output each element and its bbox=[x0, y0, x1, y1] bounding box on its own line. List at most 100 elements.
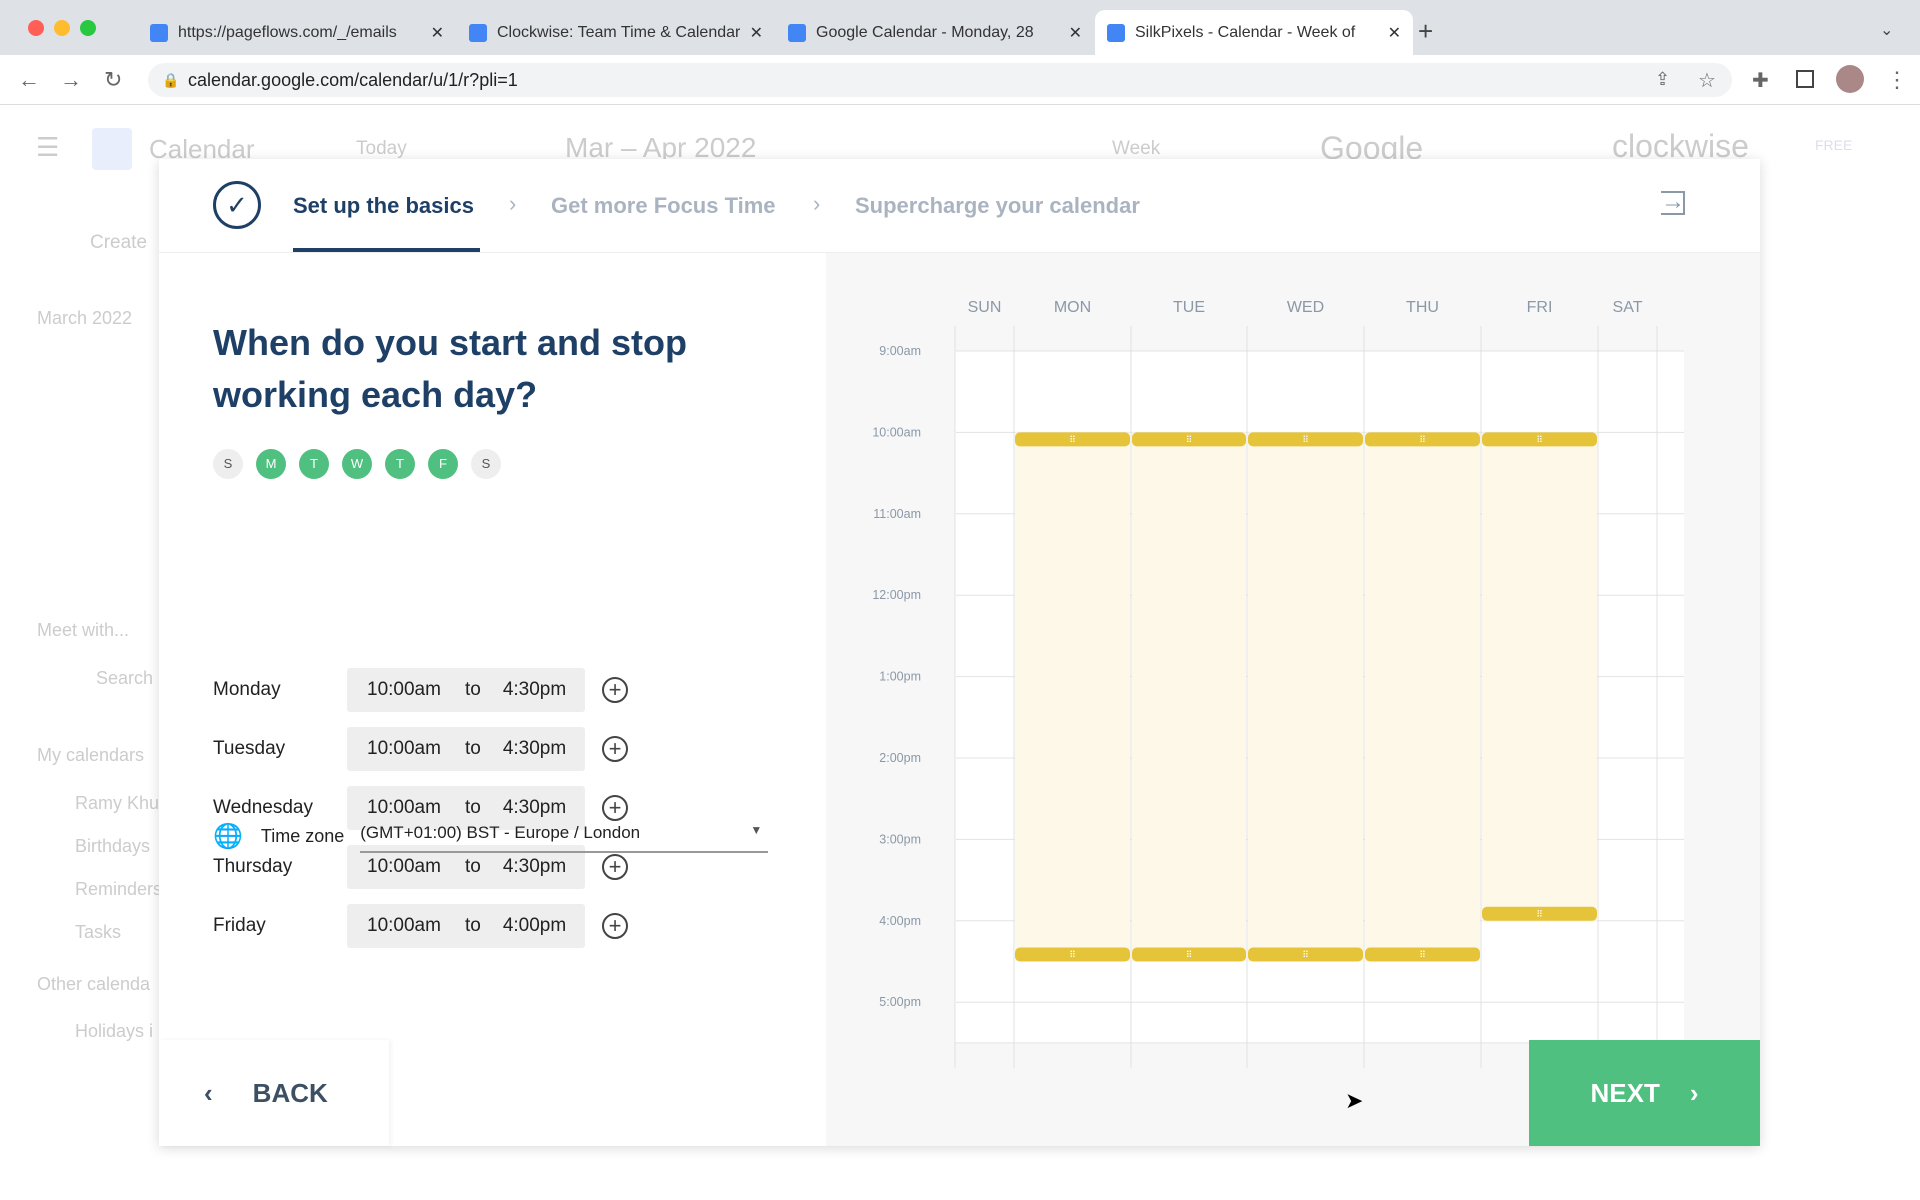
active-step-underline bbox=[293, 248, 480, 252]
time-label: 1:00pm bbox=[879, 670, 921, 684]
day-header: FRI bbox=[1527, 299, 1553, 316]
chevron-right-icon: › bbox=[1689, 1077, 1699, 1108]
close-tab-icon[interactable]: ✕ bbox=[1069, 23, 1082, 43]
browser-tab[interactable]: SilkPixels - Calendar - Week of ✕ bbox=[1095, 10, 1413, 55]
close-tab-icon[interactable]: ✕ bbox=[1388, 23, 1401, 43]
close-tab-icon[interactable]: ✕ bbox=[431, 23, 444, 43]
add-time-range-icon[interactable]: + bbox=[602, 854, 628, 880]
time-label: 4:00pm bbox=[879, 914, 921, 928]
bookmark-star-icon[interactable]: ☆ bbox=[1698, 68, 1716, 93]
start-time-select[interactable]: 10:00am bbox=[367, 679, 441, 701]
day-header: MON bbox=[1054, 299, 1091, 316]
view-select: Week bbox=[1112, 138, 1161, 159]
day-label: Monday bbox=[213, 679, 281, 700]
to-label: to bbox=[464, 797, 481, 818]
globe-icon bbox=[150, 23, 168, 42]
new-tab-button[interactable]: + bbox=[1418, 16, 1433, 47]
other-calendars: Other calenda bbox=[37, 974, 151, 994]
week-preview-grid: 9:00am 10:00am 11:00am 12:00pm 1:00pm 2:00pm 3… bbox=[872, 299, 1684, 1068]
time-label: 10:00am bbox=[872, 425, 921, 439]
chevron-right-icon: › bbox=[509, 191, 517, 216]
share-icon[interactable]: ⇪ bbox=[1655, 69, 1670, 90]
working-hours-block bbox=[1482, 432, 1597, 921]
minimize-window-button[interactable] bbox=[54, 20, 70, 36]
timezone-value: (GMT+01:00) BST - Europe / London bbox=[360, 823, 641, 842]
step-supercharge[interactable]: Supercharge your calendar bbox=[855, 193, 1140, 219]
side-panel-icon[interactable] bbox=[1796, 70, 1814, 88]
next-button[interactable]: NEXT › bbox=[1529, 1040, 1760, 1146]
start-time-select[interactable]: 10:00am bbox=[367, 856, 441, 878]
people-search: Search bbox=[96, 668, 154, 688]
tab-title: Google Calendar - Monday, 28 bbox=[816, 23, 1034, 41]
day-label: Thursday bbox=[213, 856, 293, 877]
avatar[interactable] bbox=[1836, 65, 1864, 93]
my-calendars: My calendars bbox=[37, 745, 145, 765]
today-button: Today bbox=[356, 138, 407, 159]
url-input[interactable]: 🔒 calendar.google.com/calendar/u/1/r?pli=… bbox=[148, 63, 1732, 97]
end-time-select[interactable]: 4:30pm bbox=[503, 797, 566, 819]
timezone-label: Time zone bbox=[260, 825, 345, 846]
start-time-select[interactable]: 10:00am bbox=[367, 915, 441, 937]
next-label: NEXT bbox=[1590, 1077, 1660, 1108]
tab-title: SilkPixels - Calendar - Week of bbox=[1135, 23, 1356, 41]
weekday-toggle[interactable]: T bbox=[299, 449, 329, 479]
onboarding-modal: ✓ Set up the basics › Get more Focus Tim… bbox=[159, 159, 1760, 1146]
working-hours-block bbox=[1015, 432, 1130, 962]
end-time-select[interactable]: 4:30pm bbox=[503, 856, 566, 878]
timezone-select[interactable]: (GMT+01:00) BST - Europe / London ▼ bbox=[360, 819, 769, 853]
menu-dots-icon[interactable]: ⋮ bbox=[1886, 67, 1908, 93]
tab-list-chevron-icon[interactable]: ⌄ bbox=[1880, 20, 1893, 40]
browser-tab[interactable]: Clockwise: Team Time & Calendar ✕ bbox=[457, 10, 775, 55]
tab-title: Clockwise: Team Time & Calendar bbox=[497, 23, 740, 41]
time-label: 5:00pm bbox=[879, 995, 921, 1009]
add-time-range-icon[interactable]: + bbox=[602, 677, 628, 703]
grip-icon: ⠿ bbox=[1186, 434, 1193, 444]
end-time-select[interactable]: 4:00pm bbox=[503, 915, 566, 937]
day-header: SAT bbox=[1613, 299, 1643, 316]
day-header: WED bbox=[1287, 299, 1324, 316]
reload-icon[interactable]: ↻ bbox=[104, 67, 122, 93]
working-hours-row: Tuesday 10:00am to 4:30pm + bbox=[213, 727, 628, 771]
close-tab-icon[interactable]: ✕ bbox=[750, 23, 763, 43]
to-label: to bbox=[464, 679, 481, 700]
calendar-list-item: Birthdays bbox=[75, 836, 151, 856]
weekday-toggle[interactable]: S bbox=[213, 449, 243, 479]
add-time-range-icon[interactable]: + bbox=[602, 736, 628, 762]
add-time-range-icon[interactable]: + bbox=[602, 795, 628, 821]
weekday-toggle[interactable]: T bbox=[385, 449, 415, 479]
browser-tab[interactable]: Google Calendar - Monday, 28 ✕ bbox=[776, 10, 1094, 55]
end-time-select[interactable]: 4:30pm bbox=[503, 738, 566, 760]
grip-icon: ⠿ bbox=[1536, 434, 1543, 444]
weekday-toggle[interactable]: M bbox=[256, 449, 286, 479]
grip-icon: ⠿ bbox=[1419, 950, 1426, 960]
back-button[interactable]: ‹ BACK bbox=[159, 1040, 389, 1146]
start-time-select[interactable]: 10:00am bbox=[367, 797, 441, 819]
mini-month: March 2022 bbox=[37, 308, 133, 328]
back-arrow-icon[interactable]: ← bbox=[18, 67, 40, 93]
free-badge: FREE bbox=[1815, 137, 1853, 153]
end-time-select[interactable]: 4:30pm bbox=[503, 679, 566, 701]
google-calendar-icon bbox=[1107, 23, 1125, 42]
browser-tab[interactable]: https://pageflows.com/_/emails ✕ bbox=[138, 10, 456, 55]
forward-arrow-icon[interactable]: → bbox=[60, 67, 82, 93]
chevron-right-icon: › bbox=[813, 191, 821, 216]
extensions-icon[interactable]: ✚ bbox=[1752, 68, 1769, 93]
grip-icon: ⠿ bbox=[1302, 950, 1309, 960]
close-window-button[interactable] bbox=[28, 20, 44, 36]
weekday-toggle[interactable]: S bbox=[471, 449, 501, 479]
step-focus-time[interactable]: Get more Focus Time bbox=[551, 193, 776, 219]
working-hours-row: Monday 10:00am to 4:30pm + bbox=[213, 668, 628, 712]
calendar-list-item: Ramy Khu bbox=[75, 793, 160, 813]
maximize-window-button[interactable] bbox=[80, 20, 96, 36]
exit-icon[interactable]: → bbox=[1661, 190, 1685, 215]
start-time-select[interactable]: 10:00am bbox=[367, 738, 441, 760]
weekday-toggle[interactable]: W bbox=[342, 449, 372, 479]
time-range: 10:00am to 4:00pm bbox=[347, 904, 585, 948]
step-setup-basics[interactable]: Set up the basics bbox=[293, 193, 474, 219]
add-time-range-icon[interactable]: + bbox=[602, 913, 628, 939]
time-label: 3:00pm bbox=[879, 832, 921, 846]
working-hours-block bbox=[1132, 432, 1246, 962]
hamburger-icon: ☰ bbox=[36, 132, 60, 162]
weekday-toggle[interactable]: F bbox=[428, 449, 458, 479]
check-circle-icon: ✓ bbox=[213, 181, 261, 229]
